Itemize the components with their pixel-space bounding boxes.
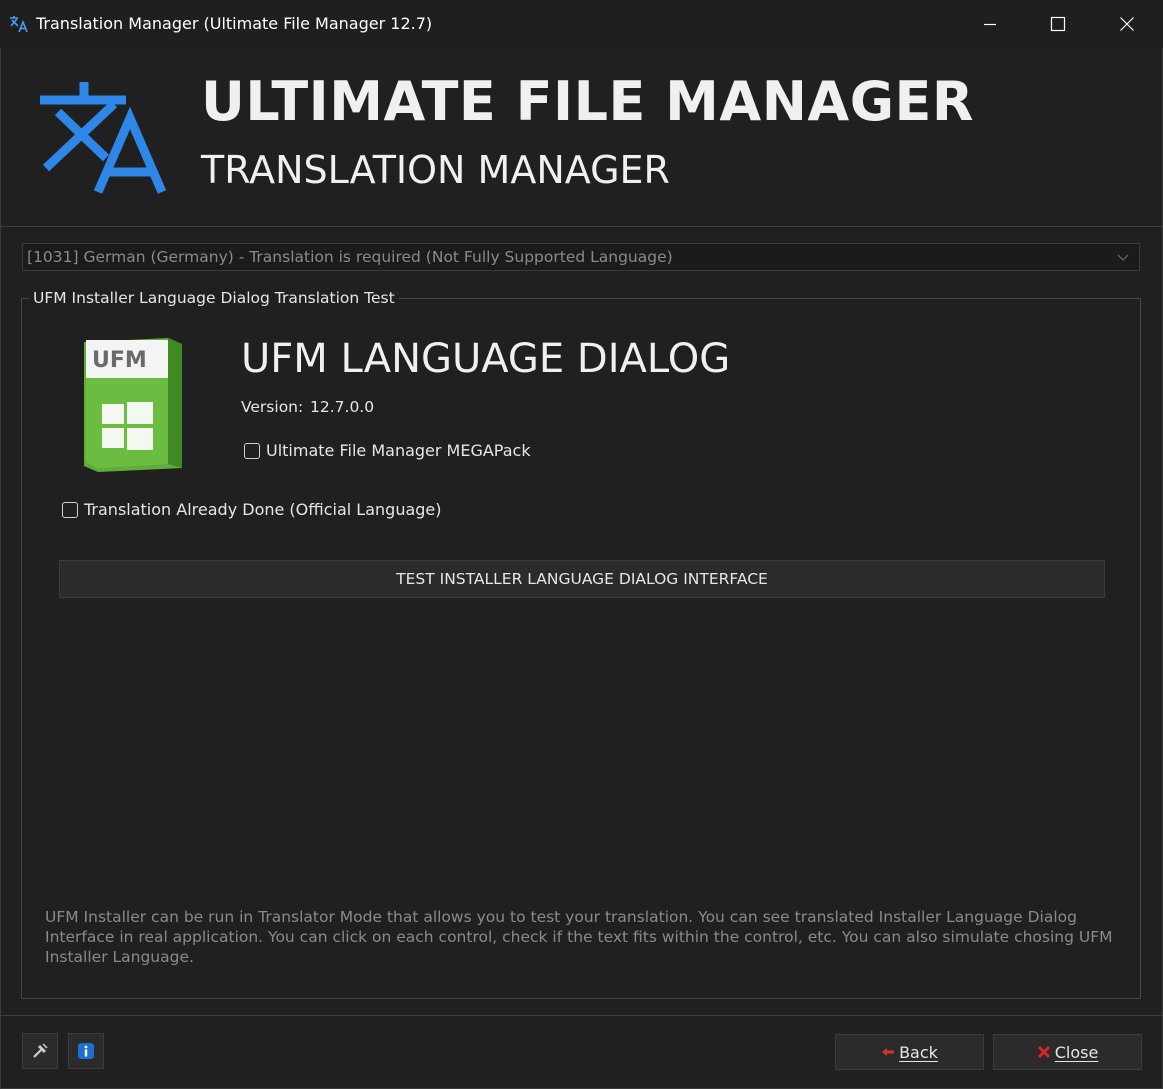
tools-icon — [33, 1043, 48, 1058]
version-label: Version: — [241, 398, 304, 416]
test-interface-button[interactable]: TEST INSTALLER LANGUAGE DIALOG INTERFACE — [59, 560, 1105, 598]
close-icon — [1120, 17, 1134, 31]
back-label: Back — [899, 1042, 938, 1062]
megapack-checkbox[interactable]: Ultimate File Manager MEGAPack — [244, 441, 531, 460]
translate-icon — [10, 16, 28, 33]
close-window-button[interactable] — [1092, 0, 1162, 48]
page-subtitle: TRANSLATION MANAGER — [201, 148, 670, 192]
footer-divider — [0, 1015, 1163, 1016]
minimize-button[interactable] — [955, 0, 1025, 48]
language-select-value: [1031] German (Germany) - Translation is… — [27, 248, 673, 266]
back-arrow-icon — [881, 1047, 895, 1057]
product-box-label: UFM — [92, 348, 147, 373]
close-label: Close — [1054, 1042, 1099, 1062]
translation-done-label: Translation Already Done (Official Langu… — [84, 500, 442, 519]
translation-test-group — [21, 298, 1141, 999]
app-name: ULTIMATE FILE MANAGER — [201, 70, 974, 133]
info-icon — [78, 1043, 94, 1059]
product-box-image: UFM — [84, 338, 182, 472]
chevron-down-icon — [1117, 254, 1129, 261]
back-button[interactable]: Back — [835, 1034, 984, 1070]
minimize-icon — [984, 23, 996, 26]
megapack-label: Ultimate File Manager MEGAPack — [266, 441, 531, 460]
translate-icon — [40, 82, 166, 194]
maximize-icon — [1050, 16, 1066, 32]
language-select[interactable]: [1031] German (Germany) - Translation is… — [22, 243, 1140, 271]
info-button[interactable] — [68, 1033, 104, 1069]
group-title: UFM Installer Language Dialog Translatio… — [29, 289, 399, 307]
dialog-title: UFM LANGUAGE DIALOG — [241, 336, 731, 382]
version-value: 12.7.0.0 — [310, 398, 375, 416]
checkbox-box[interactable] — [62, 501, 78, 518]
tools-button[interactable] — [22, 1033, 58, 1069]
header-divider — [0, 226, 1163, 227]
close-x-icon — [1037, 1045, 1051, 1059]
checkbox-box[interactable] — [244, 442, 260, 459]
info-text: UFM Installer can be run in Translator M… — [45, 908, 1113, 966]
window-title: Translation Manager (Ultimate File Manag… — [36, 14, 433, 33]
maximize-button[interactable] — [1023, 0, 1093, 48]
close-button[interactable]: Close — [993, 1034, 1142, 1070]
translation-done-checkbox[interactable]: Translation Already Done (Official Langu… — [62, 500, 442, 519]
title-bar[interactable]: Translation Manager (Ultimate File Manag… — [0, 0, 1163, 48]
